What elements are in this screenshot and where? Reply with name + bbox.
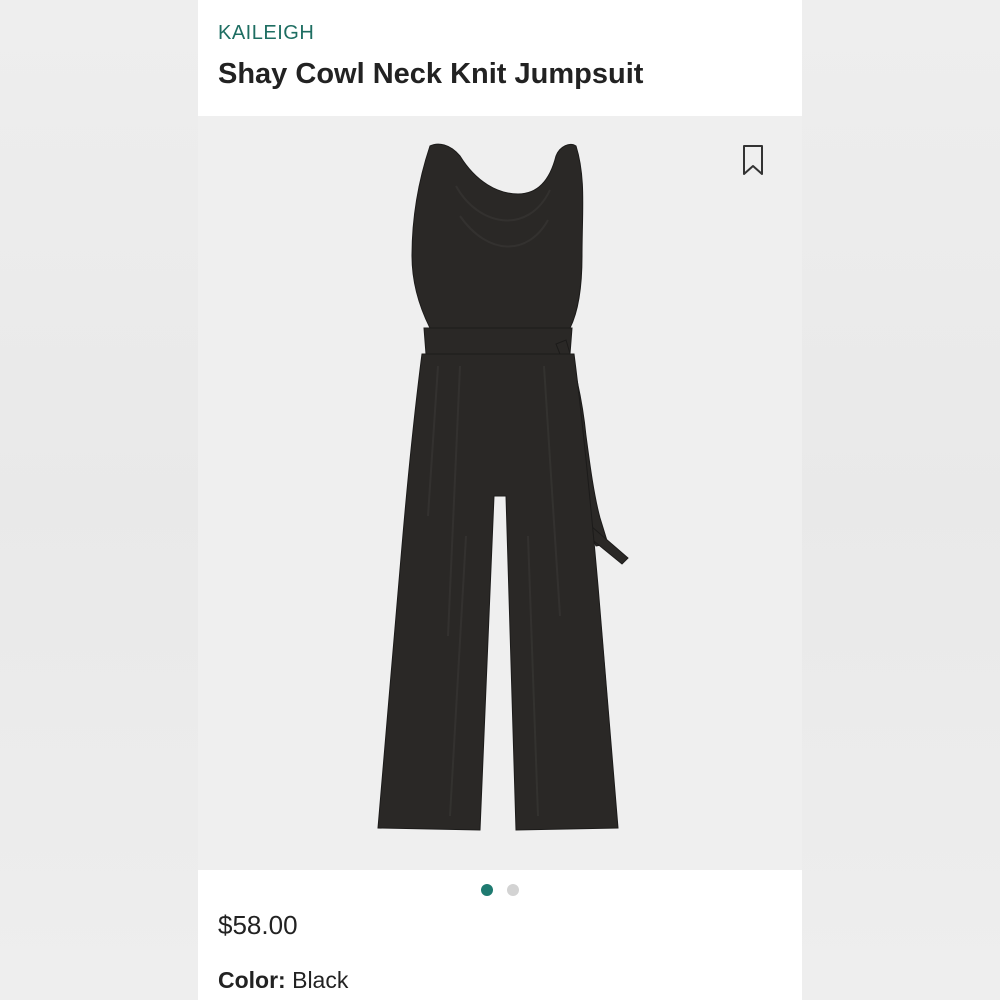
brand-name[interactable]: KAILEIGH [218,22,782,44]
carousel-dot-2[interactable] [507,884,519,896]
product-title: Shay Cowl Neck Knit Jumpsuit [218,58,644,90]
color-value: Black [292,967,349,993]
jumpsuit-image [377,143,629,831]
carousel-indicator [198,884,802,896]
product-image[interactable] [198,116,802,870]
bookmark-icon[interactable] [741,144,765,176]
background-left [0,0,198,1000]
color-label: Color: [218,967,286,993]
product-header: KAILEIGH Shay Cowl Neck Knit Jumpsuit [198,0,802,95]
product-card: KAILEIGH Shay Cowl Neck Knit Jumpsuit $5… [198,0,802,1000]
background-right [802,0,1000,1000]
product-price: $58.00 [218,910,298,940]
color-info: Color: Black [218,967,348,994]
carousel-dot-1[interactable] [481,884,493,896]
